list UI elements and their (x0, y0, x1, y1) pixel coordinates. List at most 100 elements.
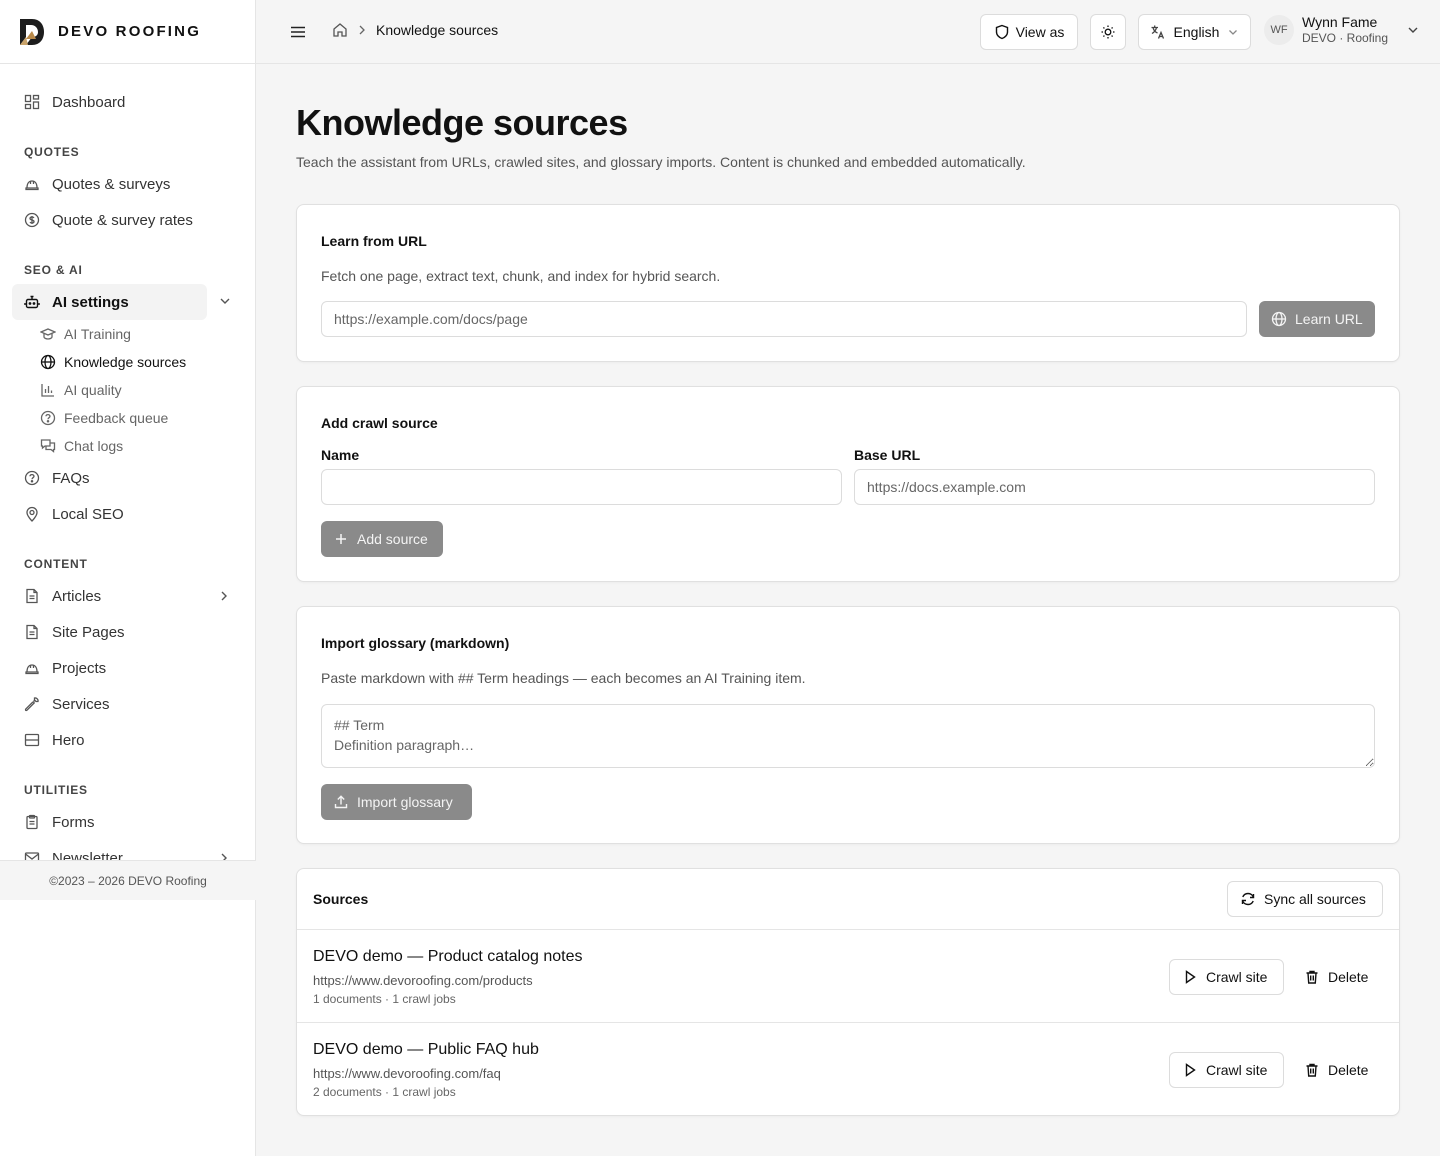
sidebar: DEVO ROOFING Dashboard QUOTES Quotes & s… (0, 0, 256, 1156)
sidebar-item-dashboard[interactable]: Dashboard (12, 84, 243, 120)
sources-header: Sources Sync all sources (297, 869, 1399, 930)
card-description: Fetch one page, extract text, chunk, and… (321, 268, 721, 284)
source-meta: 1 documents · 1 crawl jobs (313, 992, 456, 1006)
user-name: Wynn Fame (1302, 14, 1378, 30)
sidebar-item-label: Forms (52, 813, 95, 831)
sidebar-item-label: Hero (52, 731, 85, 749)
button-label: Import glossary (357, 794, 453, 810)
button-label: Delete (1328, 1062, 1369, 1078)
user-org: DEVO · Roofing (1302, 31, 1389, 45)
view-as-button[interactable]: View as (980, 14, 1078, 50)
source-name-input[interactable] (321, 469, 842, 505)
learn-url-button[interactable]: Learn URL (1259, 301, 1375, 337)
delete-button[interactable]: Delete (1296, 959, 1376, 995)
sidebar-item-label: Site Pages (52, 623, 125, 641)
sidebar-item-label: Dashboard (52, 93, 126, 111)
sidebar-item-quotes-surveys[interactable]: Quotes & surveys (12, 166, 243, 202)
breadcrumb-current: Knowledge sources (376, 22, 499, 38)
source-name: DEVO demo — Public FAQ hub (313, 1041, 539, 1058)
trash-icon (1304, 1062, 1320, 1078)
hard-hat-icon (24, 176, 40, 192)
crawl-site-button[interactable]: Crawl site (1169, 959, 1284, 995)
sidebar-footer: ©2023 – 2026 DEVO Roofing (0, 860, 256, 900)
source-row: DEVO demo — Public FAQ hub https://www.d… (297, 1023, 1399, 1116)
sidebar-subitem-feedback-queue[interactable]: Feedback queue (40, 406, 168, 430)
button-label: Add source (357, 531, 428, 547)
section-utilities: UTILITIES (24, 783, 88, 797)
sidebar-subitem-knowledge-sources[interactable]: Knowledge sources (40, 350, 186, 374)
sidebar-subitem-ai-quality[interactable]: AI quality (40, 378, 122, 402)
sidebar-item-label: FAQs (52, 469, 90, 487)
button-label: Crawl site (1206, 1062, 1268, 1078)
wrench-icon (24, 696, 40, 712)
sidebar-item-site-pages[interactable]: Site Pages (12, 614, 243, 650)
breadcrumb: Knowledge sources (332, 22, 498, 38)
chevron-down-icon[interactable] (218, 294, 232, 308)
base-url-input[interactable] (854, 469, 1375, 505)
layout-icon (24, 732, 40, 748)
sidebar-item-articles[interactable]: Articles (12, 578, 243, 614)
sidebar-item-quote-rates[interactable]: Quote & survey rates (12, 202, 243, 238)
sidebar-item-services[interactable]: Services (12, 686, 243, 722)
sidebar-subitem-label: Feedback queue (64, 410, 169, 426)
button-label: Delete (1328, 969, 1369, 985)
section-seo-ai: SEO & AI (24, 263, 83, 277)
sidebar-subitem-chat-logs[interactable]: Chat logs (40, 434, 123, 458)
play-icon (1182, 1062, 1198, 1078)
sidebar-item-local-seo[interactable]: Local SEO (12, 496, 243, 532)
help-circle-icon (40, 410, 56, 426)
page-subtitle: Teach the assistant from URLs, crawled s… (296, 154, 1026, 170)
add-source-button[interactable]: Add source (321, 521, 443, 557)
hard-hat-icon (24, 660, 40, 676)
sidebar-subitem-label: Chat logs (64, 438, 124, 454)
sources-title: Sources (313, 891, 369, 907)
source-url: https://www.devoroofing.com/products (313, 973, 533, 988)
sidebar-item-ai-settings[interactable]: AI settings (12, 284, 207, 320)
sidebar-item-newsletter[interactable]: Newsletter (12, 840, 243, 860)
sidebar-nav[interactable]: Dashboard QUOTES Quotes & surveys Quote … (0, 64, 255, 860)
glossary-textarea[interactable] (321, 704, 1375, 768)
refresh-icon (1240, 891, 1256, 907)
user-menu[interactable]: WF Wynn Fame DEVO · Roofing (1264, 14, 1420, 46)
language-label: English (1173, 24, 1220, 40)
brand-name: DEVO ROOFING (58, 23, 202, 40)
section-content: CONTENT (24, 557, 88, 571)
learn-url-input[interactable] (321, 301, 1247, 337)
learn-url-card: Learn from URL Fetch one page, extract t… (296, 204, 1400, 362)
bar-chart-icon (40, 382, 56, 398)
dollar-circle-icon (24, 212, 40, 228)
sidebar-item-forms[interactable]: Forms (12, 804, 243, 840)
crawl-source-card: Add crawl source Name Base URL Add sourc… (296, 386, 1400, 582)
import-glossary-button[interactable]: Import glossary (321, 784, 472, 820)
globe-icon (1271, 311, 1287, 327)
logo-icon (18, 17, 46, 47)
plus-icon (333, 531, 349, 547)
card-title: Add crawl source (321, 415, 438, 431)
delete-button[interactable]: Delete (1296, 1052, 1376, 1088)
button-label: Crawl site (1206, 969, 1268, 985)
document-icon (24, 624, 40, 640)
globe-icon (40, 354, 56, 370)
chevron-down-icon (1227, 26, 1239, 38)
crawl-site-button[interactable]: Crawl site (1169, 1052, 1284, 1088)
name-label: Name (321, 447, 360, 463)
base-url-label: Base URL (854, 447, 921, 463)
source-row: DEVO demo — Product catalog notes https:… (297, 930, 1399, 1023)
sidebar-item-projects[interactable]: Projects (12, 650, 243, 686)
home-icon[interactable] (332, 22, 348, 38)
theme-toggle-button[interactable] (1090, 14, 1126, 50)
sidebar-subitem-label: AI quality (64, 382, 122, 398)
user-info: Wynn Fame DEVO · Roofing (1302, 14, 1388, 46)
sidebar-item-label: Local SEO (52, 505, 124, 523)
sidebar-item-hero[interactable]: Hero (12, 722, 243, 758)
menu-icon[interactable] (288, 22, 308, 42)
sidebar-item-faqs[interactable]: FAQs (12, 460, 243, 496)
dashboard-icon (24, 94, 40, 110)
sync-all-sources-button[interactable]: Sync all sources (1227, 881, 1383, 917)
card-title: Learn from URL (321, 233, 427, 249)
sidebar-subitem-ai-training[interactable]: AI Training (40, 322, 131, 346)
brand[interactable]: DEVO ROOFING (0, 0, 255, 64)
language-select[interactable]: English (1138, 14, 1251, 50)
breadcrumb-separator-icon (356, 24, 368, 36)
chevron-right-icon (217, 589, 231, 603)
